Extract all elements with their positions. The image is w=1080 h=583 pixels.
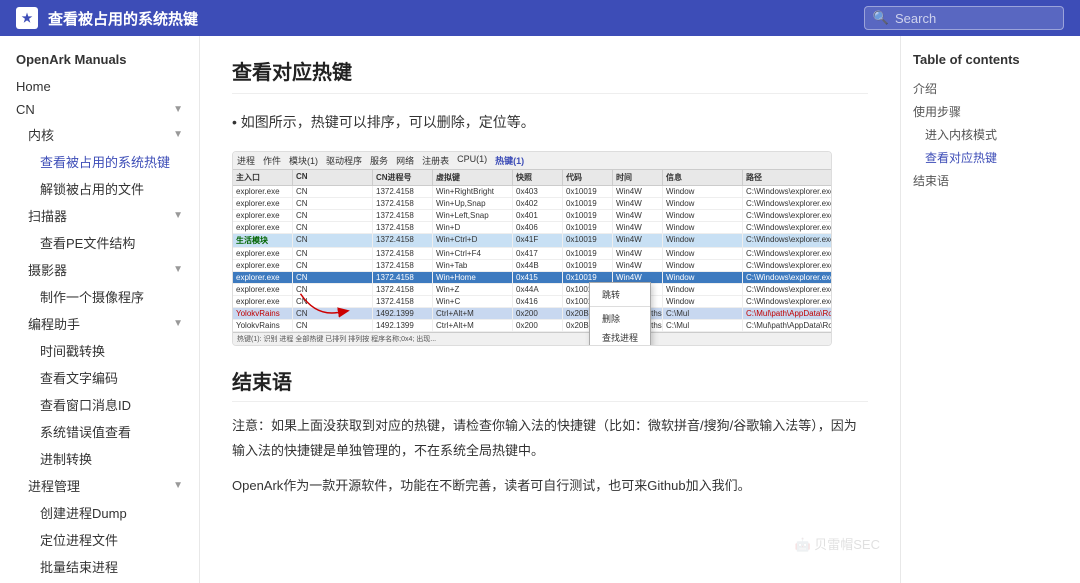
context-menu: 跳转 删除 查找进程 结束进程 — [589, 282, 651, 345]
sidebar-item-home[interactable]: Home — [0, 75, 199, 98]
search-icon: 🔍 — [873, 10, 889, 26]
chevron-down-icon: ▼ — [173, 210, 183, 221]
sidebar-item-time-convert[interactable]: 时间戳转换 — [0, 337, 199, 364]
section1-title: 查看对应热键 — [232, 56, 868, 94]
sidebar-item-err-code[interactable]: 系统错误值查看 — [0, 418, 199, 445]
sidebar-item-window-msg[interactable]: 查看窗口消息ID — [0, 391, 199, 418]
context-menu-item-delete[interactable]: 删除 — [590, 309, 650, 328]
section2-para1: 注意：如果上面没获取到对应的热键，请检查你输入法的快捷键（比如：微软拼音/搜狗/… — [232, 414, 868, 463]
logo-icon: ★ — [16, 7, 38, 29]
table-row: explorer.exe CN 1372.4158 Win+Ctrl+F4 0x… — [233, 248, 831, 260]
table-row: explorer.exe CN 1372.4158 Win+D 0x406 0x… — [233, 222, 831, 234]
chevron-down-icon: ▼ — [173, 480, 183, 491]
sidebar-item-dump[interactable]: 创建进程Dump — [0, 499, 199, 526]
toc-item-usage[interactable]: 使用步骤 — [913, 100, 1068, 123]
search-box[interactable]: 🔍 — [864, 6, 1064, 30]
chevron-down-icon: ▼ — [173, 104, 183, 115]
table-row: 生活模块 CN 1372.4158 Win+Ctrl+D 0x41F 0x100… — [233, 234, 831, 248]
sidebar-item-process[interactable]: 进程管理 ▼ — [0, 472, 199, 499]
section1-bullet: 如图所示，热键可以排序，可以删除，定位等。 — [232, 110, 868, 135]
table-row: explorer.exe CN 1372.4158 Win+RightBrigh… — [233, 186, 831, 198]
sim-table-header: 主入口 CN CN进程号 虚拟键 快照 代码 时间 信息 路径 — [233, 170, 831, 186]
sim-toolbar: 进程 作件 模块(1) 驱动程序 服务 网络 注册表 CPU(1) 热键(1) — [233, 152, 831, 170]
chevron-down-icon: ▼ — [173, 129, 183, 140]
site-title: 查看被占用的系统热键 — [48, 8, 864, 29]
toc: Table of contents 介绍 使用步骤 进入内核模式 查看对应热键 … — [900, 36, 1080, 583]
sidebar-item-unlock[interactable]: 解锁被占用的文件 — [0, 175, 199, 202]
sidebar: OpenArk Manuals Home CN ▼ 内核 ▼ 查看被占用的系统热… — [0, 36, 200, 583]
toc-item-intro[interactable]: 介绍 — [913, 77, 1068, 100]
sidebar-item-scanner[interactable]: 扫描器 ▼ — [0, 202, 199, 229]
toc-item-end[interactable]: 结束语 — [913, 169, 1068, 192]
toc-item-view-hotkey[interactable]: 查看对应热键 — [913, 146, 1068, 169]
sidebar-item-grabber[interactable]: 摄影器 ▼ — [0, 256, 199, 283]
chevron-down-icon: ▼ — [173, 318, 183, 329]
sidebar-item-pe[interactable]: 查看PE文件结构 — [0, 229, 199, 256]
toc-title: Table of contents — [913, 52, 1068, 67]
table-row: explorer.exe CN 1372.4158 Win+Home 0x415… — [233, 272, 831, 284]
red-arrow-icon — [293, 285, 353, 325]
search-input[interactable] — [895, 11, 1055, 26]
layout: OpenArk Manuals Home CN ▼ 内核 ▼ 查看被占用的系统热… — [0, 36, 1080, 583]
context-menu-item-jump[interactable]: 跳转 — [590, 285, 650, 304]
table-row: explorer.exe CN 1372.4158 Win+Tab 0x44B … — [233, 260, 831, 272]
sidebar-item-text-encode[interactable]: 查看文字编码 — [0, 364, 199, 391]
table-row: explorer.exe CN 1372.4158 Win+Up,Snap 0x… — [233, 198, 831, 210]
sidebar-item-hotkey[interactable]: 查看被占用的系统热键 — [0, 148, 199, 175]
section2-para2: OpenArk作为一款开源软件，功能在不断完善，读者可自行测试，也可来Githu… — [232, 474, 868, 499]
sidebar-item-make-grabber[interactable]: 制作一个摄像程序 — [0, 283, 199, 310]
sidebar-item-kill-all[interactable]: 批量结束进程 — [0, 553, 199, 580]
sidebar-item-locate-file[interactable]: 定位进程文件 — [0, 526, 199, 553]
chevron-down-icon: ▼ — [173, 264, 183, 275]
toc-item-kernel-mode[interactable]: 进入内核模式 — [913, 123, 1068, 146]
sidebar-item-convert[interactable]: 进制转换 — [0, 445, 199, 472]
context-menu-item-find-process[interactable]: 查找进程 — [590, 328, 650, 345]
header: ★ 查看被占用的系统热键 🔍 — [0, 0, 1080, 36]
sidebar-item-editor[interactable]: 编程助手 ▼ — [0, 310, 199, 337]
main-content: 查看对应热键 如图所示，热键可以排序，可以删除，定位等。 进程 作件 模块(1)… — [200, 36, 900, 583]
sim-status-bar: 热键(1): 识别 进程 全部热键 已排列 排列按 程序名称;0x4; 出现..… — [233, 332, 831, 345]
sidebar-item-cn[interactable]: CN ▼ — [0, 98, 199, 121]
section2-title: 结束语 — [232, 366, 868, 402]
screenshot-container: 进程 作件 模块(1) 驱动程序 服务 网络 注册表 CPU(1) 热键(1) … — [232, 151, 832, 346]
sidebar-item-kernel[interactable]: 内核 ▼ — [0, 121, 199, 148]
table-row: explorer.exe CN 1372.4158 Win+Left,Snap … — [233, 210, 831, 222]
sidebar-brand: OpenArk Manuals — [0, 48, 199, 75]
